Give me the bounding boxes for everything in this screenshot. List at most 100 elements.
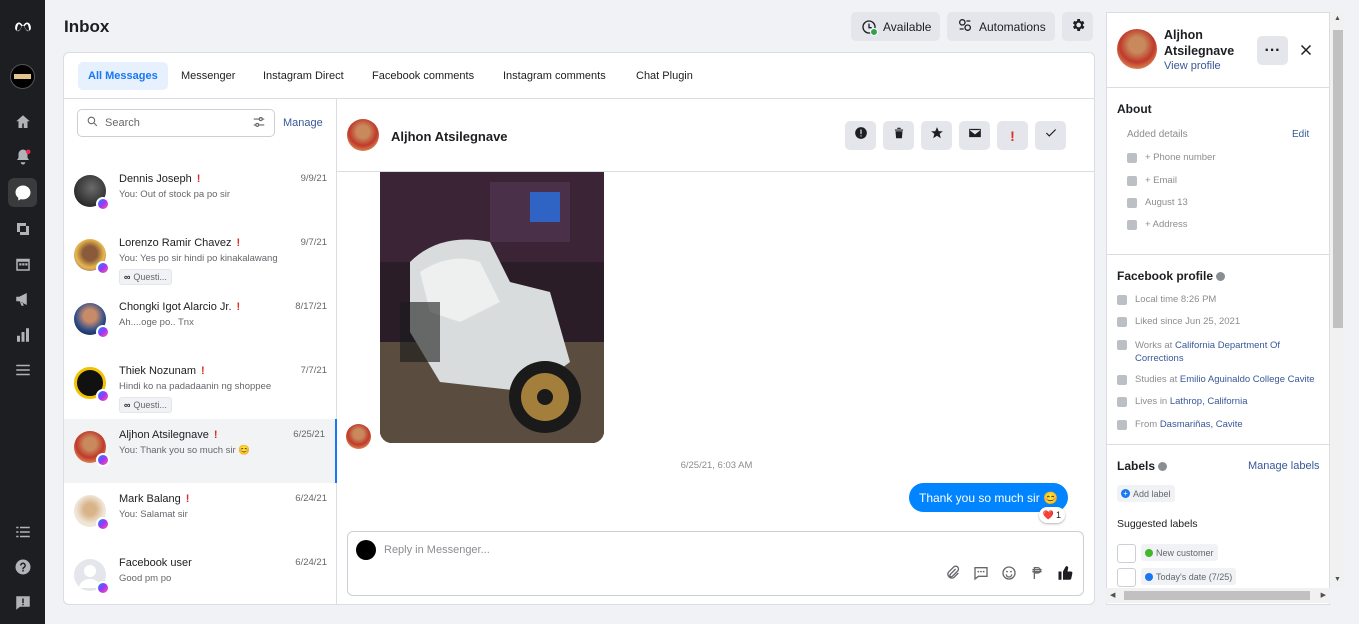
reply-box[interactable]: Reply in Messenger...	[347, 531, 1084, 596]
studies-at-detail: Studies at Emilio Aguinaldo College Cavi…	[1117, 374, 1327, 385]
scroll-left-arrow-icon[interactable]: ◀	[1110, 591, 1115, 599]
divider	[1107, 254, 1329, 255]
email-detail[interactable]: + Email	[1127, 175, 1177, 186]
automations-button[interactable]: Automations	[947, 12, 1055, 41]
conversation-item[interactable]: Thiek Nozunam! Hindi ko na padadaanin ng…	[64, 355, 337, 419]
scrollbar-thumb[interactable]	[1124, 591, 1310, 600]
star-button[interactable]	[921, 121, 952, 150]
label-checkbox[interactable]	[1117, 568, 1136, 587]
settings-button[interactable]	[1062, 12, 1093, 41]
close-icon[interactable]	[1297, 41, 1315, 59]
tab-instagram-direct[interactable]: Instagram Direct	[253, 62, 354, 90]
help-icon[interactable]	[8, 552, 37, 581]
shared-photo[interactable]	[380, 172, 604, 443]
mark-unread-button[interactable]	[959, 121, 990, 150]
info-icon[interactable]	[1158, 462, 1168, 472]
conversation-snippet: Good pm po	[119, 573, 172, 584]
mark-done-button[interactable]	[1035, 121, 1066, 150]
add-label-button[interactable]: + Add label	[1117, 485, 1175, 502]
conversation-item[interactable]: Lorenzo Ramir Chavez! You: Yes po sir hi…	[64, 227, 337, 291]
home-icon	[1127, 220, 1137, 230]
thumbs-up-icon[interactable]	[1057, 564, 1075, 587]
peso-payment-icon[interactable]	[1029, 565, 1045, 586]
conversation-item-selected[interactable]: Aljhon Atsilegnave! You: Thank you so mu…	[64, 419, 337, 483]
manage-labels-link[interactable]: Manage labels	[1248, 460, 1320, 472]
messenger-badge-icon	[96, 517, 110, 531]
chat-contact-name[interactable]: Aljhon Atsilegnave	[391, 129, 508, 144]
envelope-icon	[968, 126, 982, 145]
suggested-label-todays-date[interactable]: Today's date (7/25)	[1141, 568, 1237, 585]
scrollbar-thumb[interactable]	[1333, 30, 1343, 328]
unanswered-alert-icon: !	[213, 429, 218, 441]
availability-button[interactable]: Available	[851, 12, 940, 41]
notifications-icon[interactable]	[8, 142, 37, 171]
unanswered-alert-icon: !	[185, 493, 190, 505]
manage-link[interactable]: Manage	[283, 117, 323, 129]
follow-up-button[interactable]: !	[997, 121, 1028, 150]
conversation-item[interactable]: Mark Balang! You: Salamat sir 6/24/21	[64, 483, 337, 547]
online-status-dot	[870, 27, 878, 36]
chat-header: Aljhon Atsilegnave !	[337, 99, 1094, 172]
scroll-right-arrow-icon[interactable]: ▶	[1321, 591, 1326, 599]
list-icon[interactable]	[8, 517, 37, 546]
info-icon[interactable]	[1216, 272, 1226, 282]
messenger-badge-icon	[96, 325, 110, 339]
phone-detail[interactable]: + Phone number	[1127, 152, 1216, 163]
envelope-icon	[1127, 176, 1137, 186]
clock-icon	[1117, 295, 1127, 305]
automations-label: Automations	[979, 19, 1046, 34]
menu-icon[interactable]	[8, 355, 37, 384]
more-options-button[interactable]: ···	[1257, 36, 1288, 65]
messenger-badge-icon	[96, 389, 110, 403]
attachment-icon[interactable]	[945, 565, 961, 586]
horizontal-scrollbar[interactable]: ◀ ▶	[1106, 588, 1330, 603]
tab-all-messages[interactable]: All Messages	[78, 62, 168, 90]
channel-tabs: All Messages Messenger Instagram Direct …	[64, 53, 1094, 99]
label-checkbox[interactable]	[1117, 544, 1136, 563]
reaction-count: 1	[1055, 510, 1061, 520]
messenger-badge-icon	[96, 261, 110, 275]
emoji-icon[interactable]	[1001, 565, 1017, 586]
conversation-name: Facebook user	[119, 557, 192, 569]
sender-avatar	[346, 424, 371, 449]
insights-chart-icon[interactable]	[8, 320, 37, 349]
spam-button[interactable]	[845, 121, 876, 150]
reply-input[interactable]: Reply in Messenger...	[384, 544, 490, 556]
suggested-label-new-customer[interactable]: New customer	[1141, 544, 1218, 561]
filter-icon[interactable]	[252, 115, 266, 132]
scroll-down-arrow-icon[interactable]: ▼	[1334, 576, 1341, 583]
search-input[interactable]: Search	[77, 109, 275, 137]
inbox-icon[interactable]	[8, 178, 37, 207]
location-pin-icon	[1117, 420, 1127, 430]
edit-details-link[interactable]: Edit	[1292, 129, 1309, 140]
tab-instagram-comments[interactable]: Instagram comments	[493, 62, 616, 90]
page-avatar[interactable]	[10, 64, 35, 89]
calendar-icon[interactable]	[8, 249, 37, 278]
posts-icon[interactable]	[8, 214, 37, 243]
messenger-badge-icon	[96, 197, 110, 211]
chat-avatar[interactable]	[347, 119, 379, 151]
conversation-date: 7/7/21	[300, 365, 327, 376]
conversation-item[interactable]: Dennis Joseph! You: Out of stock pa po s…	[64, 163, 337, 227]
meta-logo-icon[interactable]	[8, 12, 37, 41]
vertical-scrollbar[interactable]: ▲ ▼	[1331, 12, 1345, 586]
home-icon[interactable]	[8, 107, 37, 136]
tab-messenger[interactable]: Messenger	[171, 62, 245, 90]
search-icon	[86, 115, 99, 131]
tab-facebook-comments[interactable]: Facebook comments	[362, 62, 484, 90]
about-title: About	[1117, 102, 1152, 116]
conversation-item[interactable]: Facebook user Good pm po 6/24/21	[64, 547, 337, 604]
page-title: Inbox	[64, 17, 110, 36]
question-tag[interactable]: ∞ Questi...	[119, 269, 172, 285]
delete-button[interactable]	[883, 121, 914, 150]
conversation-item[interactable]: Chongki Igot Alarcio Jr.! Ah....oge po..…	[64, 291, 337, 355]
message-reaction[interactable]: ❤️ 1	[1038, 507, 1065, 523]
feedback-icon[interactable]	[8, 588, 37, 617]
scroll-up-arrow-icon[interactable]: ▲	[1334, 15, 1341, 22]
view-profile-link[interactable]: View profile	[1164, 60, 1221, 72]
saved-replies-icon[interactable]	[973, 565, 989, 586]
tab-chat-plugin[interactable]: Chat Plugin	[626, 62, 703, 90]
address-detail[interactable]: + Address	[1127, 219, 1188, 230]
question-tag[interactable]: ∞ Questi...	[119, 397, 172, 413]
ads-megaphone-icon[interactable]	[8, 284, 37, 313]
